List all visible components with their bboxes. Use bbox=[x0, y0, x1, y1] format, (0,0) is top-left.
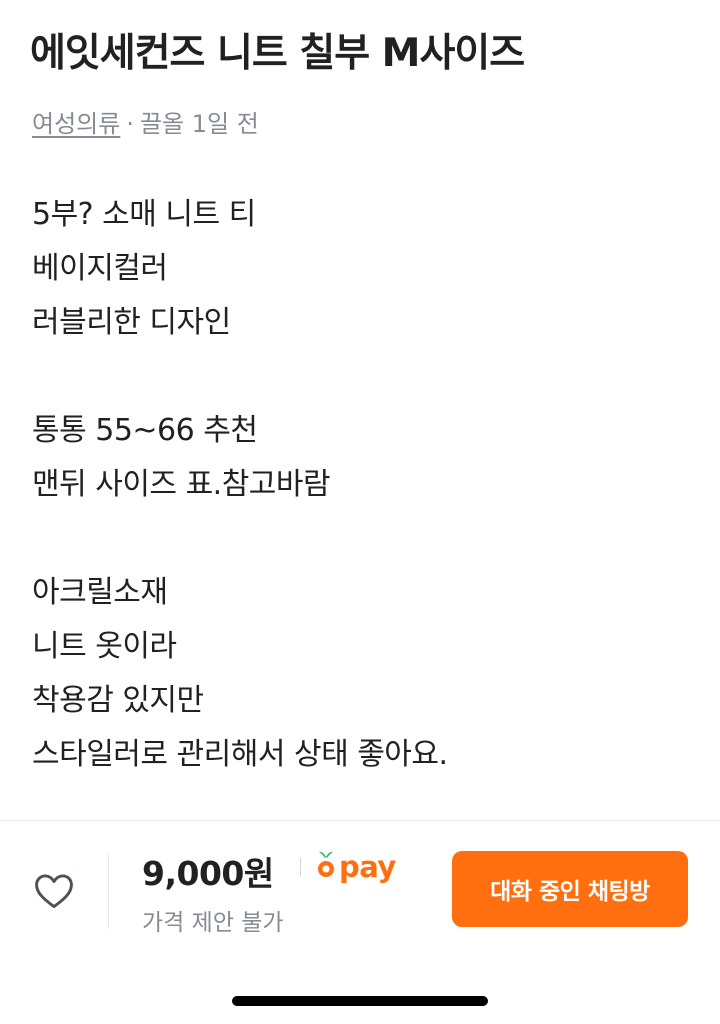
description-blank-line bbox=[32, 512, 682, 566]
price: 9,000원 bbox=[142, 854, 274, 893]
description-line: 러블리한 디자인 bbox=[32, 305, 231, 340]
category-link[interactable]: 여성의류 bbox=[32, 110, 120, 138]
product-title: 에잇세컨즈 니트 칠부 M사이즈 bbox=[30, 31, 525, 76]
chat-room-button[interactable]: 대화 중인 채팅방 bbox=[452, 851, 688, 927]
description-line: 통통 55~66 추천 bbox=[32, 413, 258, 448]
karrot-pay-badge: pay bbox=[300, 847, 396, 887]
vertical-divider bbox=[108, 853, 109, 929]
pay-label: pay bbox=[339, 850, 396, 884]
home-indicator bbox=[232, 996, 488, 1006]
heart-outline-icon[interactable] bbox=[32, 869, 76, 913]
description-blank-line bbox=[32, 350, 682, 404]
bottom-action-bar: 9,000원 pay 가격 제안 불가 대화 중인 채팅방 bbox=[0, 820, 720, 1024]
karrot-pay-icon bbox=[315, 848, 337, 886]
product-meta: 여성의류 · 끌올 1일 전 bbox=[32, 104, 259, 139]
description-line: 5부? 소매 니트 티 bbox=[32, 197, 256, 232]
meta-separator: · bbox=[126, 110, 134, 138]
product-description: 5부? 소매 니트 티베이지컬러러블리한 디자인통통 55~66 추천맨뒤 사이… bbox=[32, 188, 682, 782]
description-line: 베이지컬러 bbox=[32, 251, 168, 286]
description-line: 맨뒤 사이즈 표.참고바람 bbox=[32, 467, 331, 502]
description-line: 착용감 있지만 bbox=[32, 683, 204, 718]
negotiation-status: 가격 제안 불가 bbox=[142, 910, 284, 936]
bump-time: 끌올 1일 전 bbox=[139, 110, 259, 138]
description-line: 니트 옷이라 bbox=[32, 629, 177, 664]
pay-divider bbox=[300, 858, 301, 876]
product-detail-page: 에잇세컨즈 니트 칠부 M사이즈 여성의류 · 끌올 1일 전 5부? 소매 니트 … bbox=[0, 0, 720, 1024]
description-line: 아크릴소재 bbox=[32, 575, 168, 610]
description-line: 스타일러로 관리해서 상태 좋아요. bbox=[32, 737, 448, 772]
